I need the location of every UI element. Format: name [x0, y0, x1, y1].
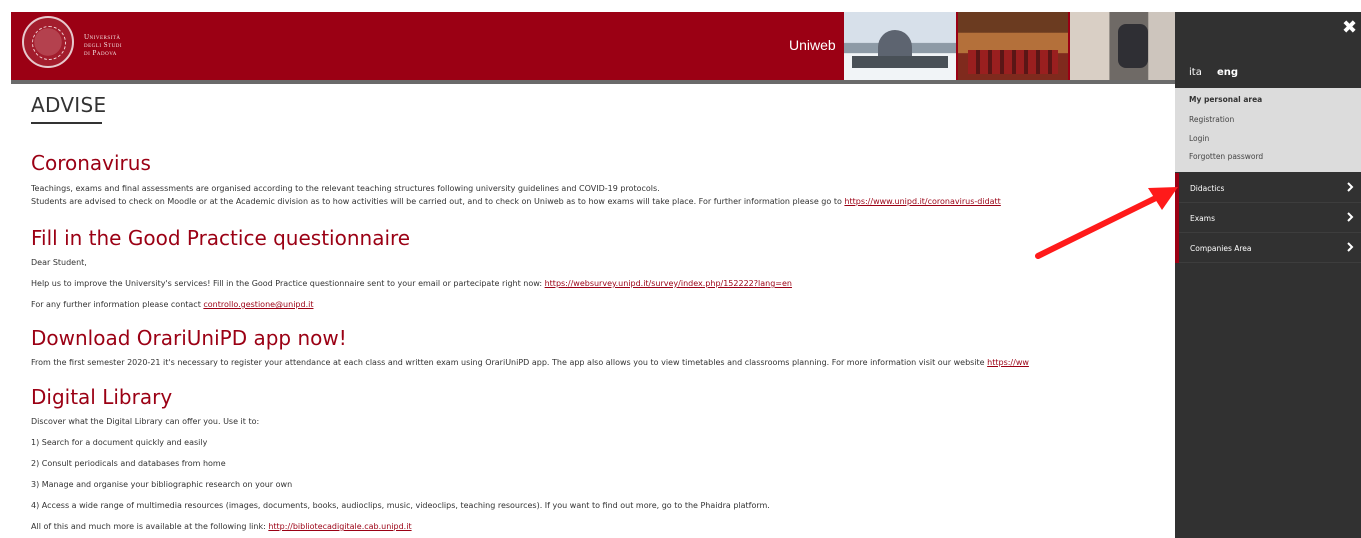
header-divider [11, 80, 1181, 84]
close-icon[interactable]: ✖ [1342, 19, 1358, 37]
questionnaire-heading: Fill in the Good Practice questionnaire [31, 226, 411, 250]
chevron-right-icon [1347, 182, 1354, 192]
login-link[interactable]: Login [1189, 134, 1209, 143]
annotation-arrow-icon [1035, 187, 1178, 259]
chevron-right-icon [1347, 242, 1354, 252]
coronavirus-text-1: Teachings, exams and final assessments a… [31, 184, 660, 193]
menu-item-didactics[interactable]: Didactics [1175, 173, 1361, 203]
microscope-photo [1070, 12, 1181, 80]
coronavirus-link[interactable]: https://www.unipd.it/coronavirus-didatt [844, 197, 1000, 206]
library-heading: Digital Library [31, 385, 173, 409]
library-item: 4) Access a wide range of multimedia res… [31, 501, 770, 510]
coronavirus-heading: Coronavirus [31, 151, 151, 175]
university-seal-logo[interactable] [22, 16, 74, 68]
library-item: 1) Search for a document quickly and eas… [31, 438, 208, 447]
questionnaire-text-1: Help us to improve the University's serv… [31, 279, 792, 288]
library-outro-prefix: All of this and much more is available a… [31, 522, 269, 531]
coronavirus-text-2: Students are advised to check on Moodle … [31, 197, 1001, 206]
menu-item-exams[interactable]: Exams [1175, 203, 1361, 233]
observatory-photo [844, 12, 956, 80]
title-underline [31, 122, 102, 124]
library-intro: Discover what the Digital Library can of… [31, 417, 260, 426]
page-title: ADVISE [31, 93, 107, 117]
university-name-logo[interactable]: Università degli Studi di Padova [84, 33, 122, 57]
app-text-1-prefix: From the first semester 2020-21 it's nec… [31, 358, 988, 367]
forgotten-password-link[interactable]: Forgotten password [1189, 152, 1263, 161]
questionnaire-text-2-prefix: For any further information please conta… [31, 300, 204, 309]
registration-link[interactable]: Registration [1189, 115, 1234, 124]
language-ita-link[interactable]: ita [1189, 67, 1202, 78]
menu-item-label: Exams [1190, 214, 1215, 223]
library-item: 3) Manage and organise your bibliographi… [31, 480, 293, 489]
menu-item-label: Companies Area [1190, 244, 1252, 253]
digital-library-link[interactable]: http://bibliotecadigitale.cab.unipd.it [268, 522, 411, 531]
app-label: Uniweb [789, 37, 836, 53]
app-heading: Download OrariUniPD app now! [31, 326, 347, 350]
app-text-1: From the first semester 2020-21 it's nec… [31, 358, 1029, 367]
questionnaire-text-2: For any further information please conta… [31, 300, 313, 309]
university-name-line: degli Studi [84, 41, 123, 49]
menu-item-companies-area[interactable]: Companies Area [1175, 233, 1361, 263]
library-item: 2) Consult periodicals and databases fro… [31, 459, 226, 468]
university-name-line: Università [84, 33, 121, 41]
coronavirus-text-2-prefix: Students are advised to check on Moodle … [31, 197, 845, 206]
chevron-right-icon [1347, 212, 1354, 222]
personal-area-title: My personal area [1189, 95, 1263, 104]
menu-item-label: Didactics [1190, 184, 1225, 193]
questionnaire-greeting: Dear Student, [31, 258, 87, 267]
contact-email-link[interactable]: controllo.gestione@unipd.it [203, 300, 313, 309]
library-outro: All of this and much more is available a… [31, 522, 412, 531]
survey-link[interactable]: https://websurvey.unipd.it/survey/index.… [545, 279, 792, 288]
questionnaire-text-1-prefix: Help us to improve the University's serv… [31, 279, 545, 288]
top-margin [0, 0, 1361, 12]
university-name-line: di Padova [84, 49, 117, 57]
app-website-link[interactable]: https://ww [987, 358, 1029, 367]
language-eng-link[interactable]: eng [1217, 67, 1238, 78]
hall-photo [958, 12, 1068, 80]
